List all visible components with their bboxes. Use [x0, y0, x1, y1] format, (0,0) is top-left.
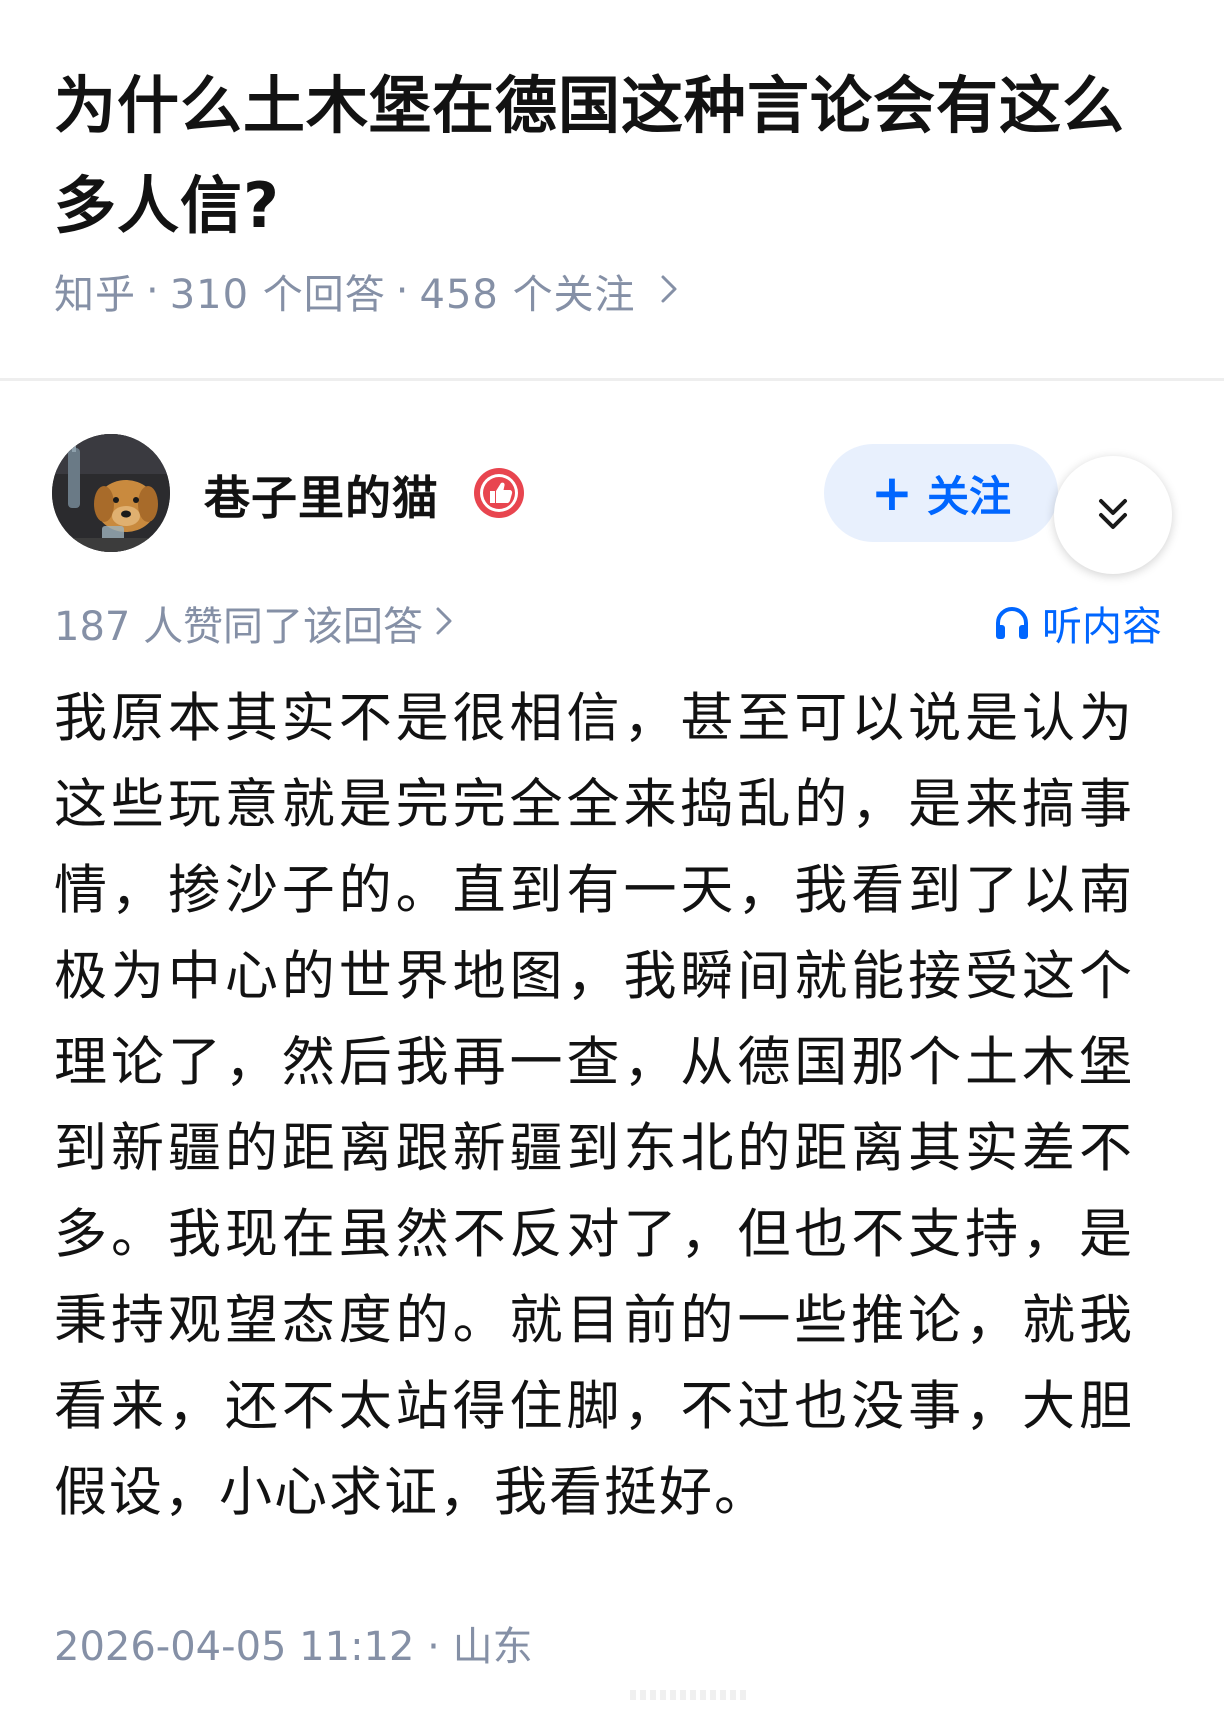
answer-timestamp: 2026-04-05 11:12: [54, 1624, 415, 1670]
meta-separator: ·: [395, 268, 410, 314]
plus-icon: +: [871, 464, 913, 522]
question-meta[interactable]: 知乎 · 310 个回答 · 458 个关注: [54, 262, 678, 320]
followers-count: 458 个关注: [419, 272, 636, 318]
listen-label: 听内容: [1042, 604, 1162, 650]
platform-name: 知乎: [54, 272, 136, 318]
author-name[interactable]: 巷子里的猫: [204, 462, 439, 528]
dog-avatar-icon: [52, 434, 170, 552]
chevron-right-icon: [435, 600, 453, 646]
follow-label: 关注: [926, 471, 1011, 521]
thumbs-up-badge-icon: [472, 466, 526, 520]
expand-button[interactable]: [1054, 456, 1172, 574]
answer-footer: 2026-04-05 11:12 · 山东: [54, 1614, 533, 1672]
follow-button[interactable]: + 关注: [824, 444, 1058, 542]
answer-location: 山东: [452, 1624, 533, 1670]
double-chevron-down-icon: [1099, 499, 1127, 529]
upvote-info[interactable]: 187 人赞同了该回答: [54, 594, 453, 652]
meta-separator: ·: [146, 268, 160, 314]
question-title[interactable]: 为什么土木堡在德国这种言论会有这么多人信?: [54, 56, 1174, 256]
watermark: [630, 1690, 750, 1700]
upvote-text: 187 人赞同了该回答: [54, 604, 424, 650]
chevron-right-icon: [660, 268, 678, 314]
answers-count: 310 个回答: [169, 272, 386, 318]
answer-body[interactable]: 我原本其实不是很相信，甚至可以说是认为这些玩意就是完完全全来捣乱的，是来搞事情，…: [54, 676, 1134, 1536]
section-divider: [0, 378, 1224, 381]
listen-button[interactable]: 听内容: [992, 594, 1162, 652]
headphones-icon: [996, 607, 1028, 639]
author-avatar[interactable]: [52, 434, 170, 552]
meta-separator: ·: [427, 1624, 440, 1670]
